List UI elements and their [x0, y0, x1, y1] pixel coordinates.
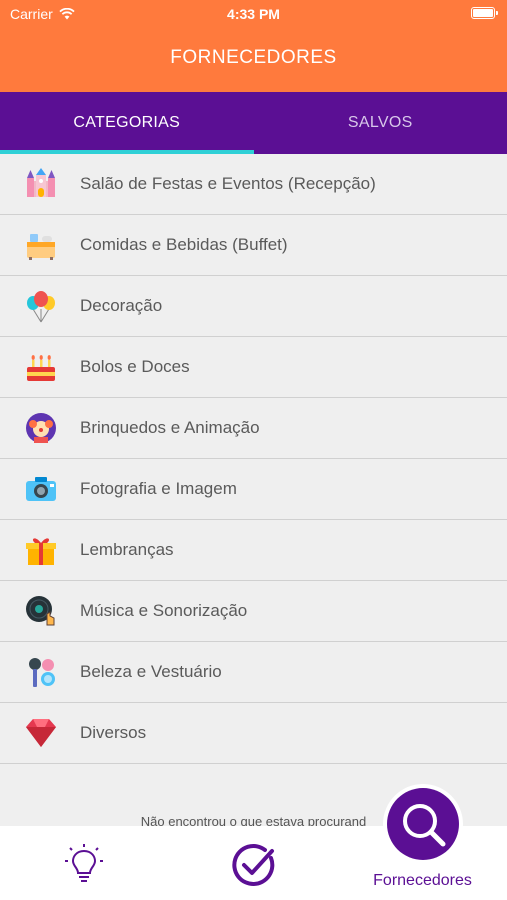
list-item[interactable]: Brinquedos e Animação: [0, 398, 507, 459]
list-item-label: Beleza e Vestuário: [80, 662, 222, 681]
list-item-label: Bolos e Doces: [80, 357, 190, 376]
search-icon: [403, 804, 446, 847]
segment-tabs: CATEGORIAS SALVOS: [0, 92, 507, 154]
list-item[interactable]: Bolos e Doces: [0, 337, 507, 398]
vinyl-record-icon: [24, 594, 58, 628]
list-item[interactable]: Música e Sonorização: [0, 581, 507, 642]
list-item[interactable]: Fotografia e Imagem: [0, 459, 507, 520]
tab-fornecedores-button[interactable]: [383, 784, 463, 864]
cake-icon: [24, 350, 58, 384]
list-item[interactable]: Comidas e Bebidas (Buffet): [0, 215, 507, 276]
status-bar: Carrier 4:33 PM: [0, 0, 507, 30]
list-item[interactable]: Diversos: [0, 703, 507, 764]
list-item-label: Comidas e Bebidas (Buffet): [80, 235, 288, 254]
camera-icon: [24, 472, 58, 506]
diamond-icon: [24, 716, 58, 750]
gift-icon: [24, 533, 58, 567]
list-item-label: Decoração: [80, 296, 163, 315]
checkmark-icon: [232, 844, 275, 886]
tab-fornecedores-label[interactable]: Fornecedores: [350, 872, 495, 890]
category-list: Salão de Festas e Eventos (Recepção) Com…: [0, 154, 507, 764]
fab-circle: [387, 788, 459, 860]
makeup-icon: [24, 655, 58, 689]
list-item-label: Brinquedos e Animação: [80, 418, 260, 437]
list-item[interactable]: Salão de Festas e Eventos (Recepção): [0, 154, 507, 215]
list-item-label: Lembranças: [80, 540, 174, 559]
buffet-icon: [24, 228, 58, 262]
list-item[interactable]: Beleza e Vestuário: [0, 642, 507, 703]
clown-icon: [24, 411, 58, 445]
list-item-label: Diversos: [80, 723, 147, 742]
tab-ideas[interactable]: [42, 826, 126, 900]
page-title: FORNECEDORES: [170, 47, 337, 68]
list-item[interactable]: Lembranças: [0, 520, 507, 581]
status-time: 4:33 PM: [227, 6, 280, 22]
lightbulb-icon: [65, 844, 103, 882]
castle-icon: [24, 167, 58, 201]
balloons-icon: [24, 289, 58, 323]
battery-icon: [471, 7, 498, 19]
tab-salvos[interactable]: SALVOS: [254, 92, 507, 154]
app-header: Carrier 4:33 PM FORNECEDORES: [0, 0, 507, 92]
tab-checklist[interactable]: [212, 826, 296, 900]
list-item-label: Música e Sonorização: [80, 601, 248, 620]
list-item[interactable]: Decoração: [0, 276, 507, 337]
list-item-label: Salão de Festas e Eventos (Recepção): [80, 174, 376, 193]
tab-categorias[interactable]: CATEGORIAS: [0, 92, 254, 154]
list-item-label: Fotografia e Imagem: [80, 479, 237, 498]
